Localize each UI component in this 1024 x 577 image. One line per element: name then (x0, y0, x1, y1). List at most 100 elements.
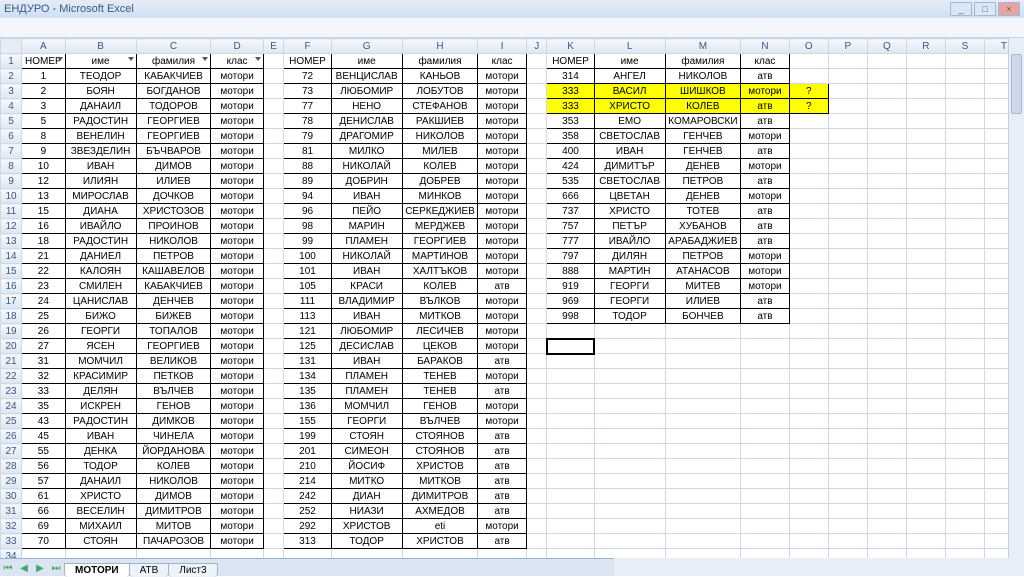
col-header-M[interactable]: M (665, 39, 740, 54)
cell-S24[interactable] (945, 399, 984, 414)
cell-B28[interactable]: ТОДОР (65, 459, 136, 474)
cell-O9[interactable] (789, 174, 828, 189)
cell-B30[interactable]: ХРИСТО (65, 489, 136, 504)
cell-D20[interactable]: мотори (211, 339, 263, 354)
cell-S13[interactable] (945, 234, 984, 249)
cell-I16[interactable]: атв (478, 279, 527, 294)
cell-K24[interactable] (547, 399, 594, 414)
cell-E24[interactable] (263, 399, 284, 414)
col-header-K[interactable]: K (547, 39, 594, 54)
cell-E4[interactable] (263, 99, 284, 114)
cell-D4[interactable]: мотори (211, 99, 263, 114)
cell-G17[interactable]: ВЛАДИМИР (331, 294, 402, 309)
cell-P4[interactable] (828, 99, 867, 114)
row-header-6[interactable]: 6 (1, 129, 22, 144)
cell-J10[interactable] (526, 189, 547, 204)
cell-P13[interactable] (828, 234, 867, 249)
cell-F34[interactable] (284, 549, 331, 559)
close-button[interactable]: × (998, 2, 1020, 16)
cell-D15[interactable]: мотори (211, 264, 263, 279)
cell-O26[interactable] (789, 429, 828, 444)
cell-K28[interactable] (547, 459, 594, 474)
cell-H11[interactable]: СЕРКЕДЖИЕВ (402, 204, 478, 219)
cell-M33[interactable] (665, 534, 740, 549)
cell-I18[interactable]: мотори (478, 309, 527, 324)
cell-F31[interactable]: 252 (284, 504, 331, 519)
cell-E26[interactable] (263, 429, 284, 444)
cell-M5[interactable]: КОМАРОВСКИ (665, 114, 740, 129)
cell-Q26[interactable] (867, 429, 906, 444)
cell-K21[interactable] (547, 354, 594, 369)
cell-F13[interactable]: 99 (284, 234, 331, 249)
cell-I19[interactable]: мотори (478, 324, 527, 339)
cell-S18[interactable] (945, 309, 984, 324)
cell-R4[interactable] (906, 99, 945, 114)
cell-H20[interactable]: ЦЕКОВ (402, 339, 478, 354)
cell-O27[interactable] (789, 444, 828, 459)
cell-Q13[interactable] (867, 234, 906, 249)
cell-D6[interactable]: мотори (211, 129, 263, 144)
cell-P10[interactable] (828, 189, 867, 204)
cell-A18[interactable]: 25 (22, 309, 65, 324)
cell-S30[interactable] (945, 489, 984, 504)
cell-O6[interactable] (789, 129, 828, 144)
cell-L9[interactable]: СВЕТОСЛАВ (594, 174, 665, 189)
cell-G9[interactable]: ДОБРИН (331, 174, 402, 189)
col-header-S[interactable]: S (945, 39, 984, 54)
cell-E6[interactable] (263, 129, 284, 144)
cell-B1[interactable]: име (65, 54, 136, 69)
cell-F2[interactable]: 72 (284, 69, 331, 84)
cell-M30[interactable] (665, 489, 740, 504)
cell-C34[interactable] (136, 549, 211, 559)
cell-P23[interactable] (828, 384, 867, 399)
cell-L20[interactable] (594, 339, 665, 354)
cell-P20[interactable] (828, 339, 867, 354)
cell-P28[interactable] (828, 459, 867, 474)
cell-A22[interactable]: 32 (22, 369, 65, 384)
cell-K6[interactable]: 358 (547, 129, 594, 144)
cell-P33[interactable] (828, 534, 867, 549)
col-header-Q[interactable]: Q (867, 39, 906, 54)
cell-E7[interactable] (263, 144, 284, 159)
cell-K17[interactable]: 969 (547, 294, 594, 309)
cell-R5[interactable] (906, 114, 945, 129)
cell-C17[interactable]: ДЕНЧЕВ (136, 294, 211, 309)
tab-nav-last[interactable]: ⏭ (48, 560, 64, 576)
cell-G8[interactable]: НИКОЛАЙ (331, 159, 402, 174)
cell-J30[interactable] (526, 489, 547, 504)
cell-E15[interactable] (263, 264, 284, 279)
cell-M24[interactable] (665, 399, 740, 414)
cell-S2[interactable] (945, 69, 984, 84)
cell-O5[interactable] (789, 114, 828, 129)
cell-P3[interactable] (828, 84, 867, 99)
cell-M21[interactable] (665, 354, 740, 369)
cell-A7[interactable]: 9 (22, 144, 65, 159)
cell-M9[interactable]: ПЕТРОВ (665, 174, 740, 189)
cell-L22[interactable] (594, 369, 665, 384)
cell-G7[interactable]: МИЛКО (331, 144, 402, 159)
cell-H8[interactable]: КОЛЕВ (402, 159, 478, 174)
cell-D31[interactable]: мотори (211, 504, 263, 519)
cell-I34[interactable] (478, 549, 527, 559)
cell-H3[interactable]: ЛОБУТОВ (402, 84, 478, 99)
row-header-31[interactable]: 31 (1, 504, 22, 519)
cell-P30[interactable] (828, 489, 867, 504)
cell-S29[interactable] (945, 474, 984, 489)
cell-P27[interactable] (828, 444, 867, 459)
cell-E31[interactable] (263, 504, 284, 519)
cell-C28[interactable]: КОЛЕВ (136, 459, 211, 474)
cell-P11[interactable] (828, 204, 867, 219)
cell-Q1[interactable] (867, 54, 906, 69)
cell-Q17[interactable] (867, 294, 906, 309)
cell-K7[interactable]: 400 (547, 144, 594, 159)
cell-I1[interactable]: клас (478, 54, 527, 69)
cell-C26[interactable]: ЧИНЕЛА (136, 429, 211, 444)
cell-N10[interactable]: мотори (741, 189, 790, 204)
cell-I2[interactable]: мотори (478, 69, 527, 84)
cell-C23[interactable]: ВЪЛЧЕВ (136, 384, 211, 399)
cell-H9[interactable]: ДОБРЕВ (402, 174, 478, 189)
cell-O3[interactable]: ? (789, 84, 828, 99)
cell-K9[interactable]: 535 (547, 174, 594, 189)
cell-K29[interactable] (547, 474, 594, 489)
cell-F29[interactable]: 214 (284, 474, 331, 489)
